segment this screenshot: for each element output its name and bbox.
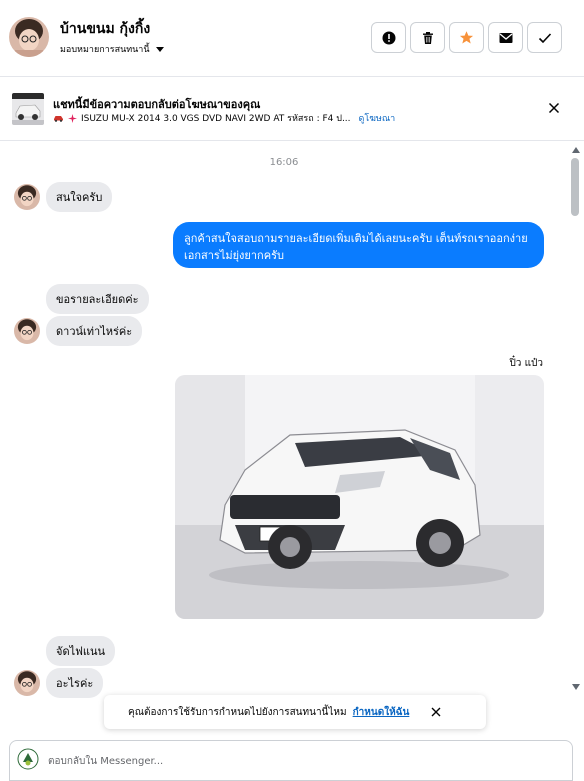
close-icon[interactable] [546, 100, 562, 116]
contact-avatar[interactable] [9, 17, 49, 57]
message-timestamp: 16:06 [269, 157, 299, 168]
close-icon[interactable] [429, 705, 443, 719]
incoming-message[interactable]: จัดไฟแนน [46, 636, 116, 666]
incoming-message[interactable]: สนใจครับ [46, 182, 113, 212]
report-button[interactable] [371, 22, 406, 53]
delete-button[interactable] [410, 22, 445, 53]
reply-input[interactable] [48, 752, 548, 770]
assign-label: มอบหมายการสนทนานี้ [60, 45, 150, 55]
scroll-up-arrow-icon[interactable] [571, 146, 581, 154]
header-actions [371, 22, 562, 53]
incoming-message[interactable]: อะไรค่ะ [46, 668, 104, 698]
assign-to-me-link[interactable]: กำหนดให้ฉัน [353, 705, 410, 720]
caret-down-icon [155, 46, 164, 52]
sender-name: ปิ๋ว แป๋ว [509, 358, 543, 369]
sparkle-icon [68, 113, 77, 123]
view-ad-link[interactable]: ดูโฆษณา [359, 111, 396, 125]
car-photo-attachment[interactable] [175, 375, 544, 619]
assign-prompt-toast: คุณต้องการใช้รับการกำหนดไปยังการสนทนานี้… [104, 695, 486, 729]
ad-thumbnail[interactable] [12, 93, 44, 125]
trash-icon [422, 31, 433, 44]
toast-message: คุณต้องการใช้รับการกำหนดไปยังการสนทนานี้… [128, 706, 347, 718]
outgoing-message[interactable]: ลูกค้าสนใจสอบถามรายละเอียดเพิ่มเติมได้เล… [173, 222, 544, 268]
incoming-message[interactable]: ดาวน์เท่าไหร่ค่ะ [46, 316, 143, 346]
contact-avatar-small[interactable] [14, 184, 40, 210]
check-icon [538, 32, 551, 43]
contact-avatar-small[interactable] [14, 318, 40, 344]
page-avatar [17, 748, 39, 770]
scroll-down-arrow-icon[interactable] [571, 683, 581, 691]
contact-avatar-small[interactable] [14, 670, 40, 696]
incoming-message[interactable]: ขอรายละเอียดค่ะ [46, 284, 149, 314]
assign-conversation-dropdown[interactable]: มอบหมายการสนทนานี้ [60, 42, 164, 56]
ad-description: ISUZU MU-X 2014 3.0 VGS DVD NAVI 2WD AT … [81, 114, 351, 124]
mark-unread-button[interactable] [488, 22, 523, 53]
contact-name[interactable]: บ้านขนม กุ้งกิ้ง [60, 18, 150, 40]
ad-description-row: ISUZU MU-X 2014 3.0 VGS DVD NAVI 2WD AT … [53, 111, 395, 125]
star-button[interactable] [449, 22, 484, 53]
star-icon [459, 31, 474, 44]
chat-scrollbar[interactable] [568, 141, 584, 696]
car-icon [54, 116, 63, 122]
mail-icon [499, 32, 512, 43]
mark-done-button[interactable] [527, 22, 562, 53]
scrollbar-thumb[interactable] [571, 158, 579, 216]
alert-icon [382, 31, 395, 44]
